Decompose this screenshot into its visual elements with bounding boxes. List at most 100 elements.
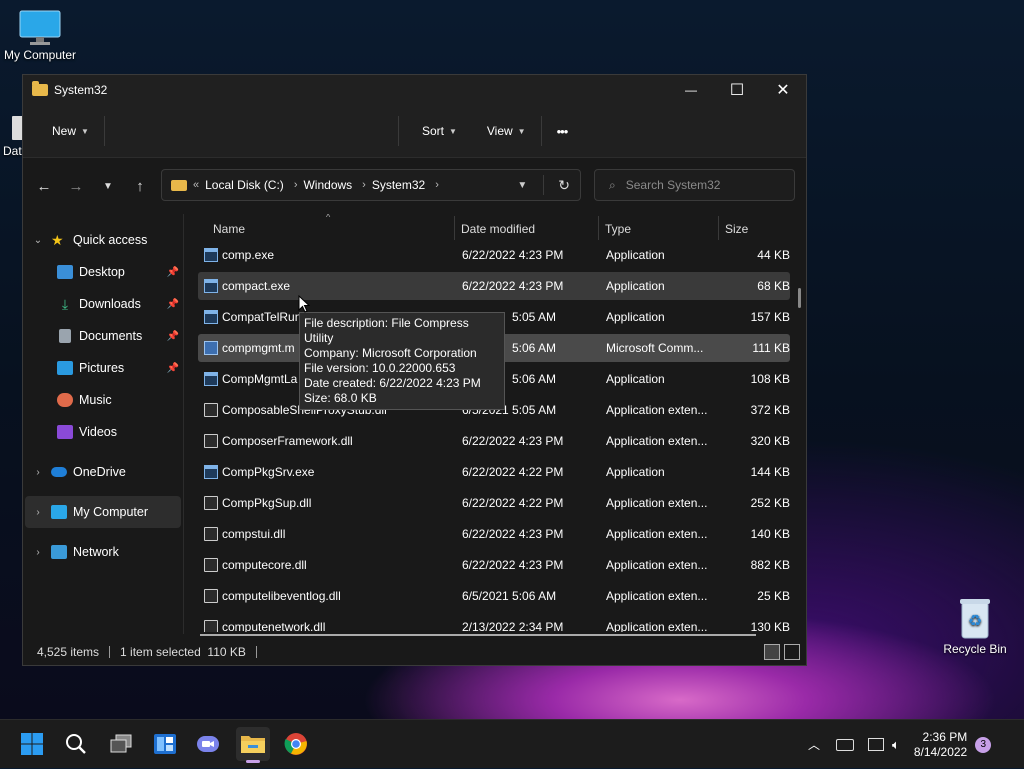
view-button[interactable]: View ▼ [476,115,537,147]
maximize-button[interactable]: ☐ [714,75,760,105]
refresh-button[interactable]: ↻ [558,177,570,194]
notification-badge[interactable]: 3 [975,736,992,753]
clock-time: 2:36 PM [922,729,968,744]
search-taskbar-button[interactable] [59,727,93,761]
document-icon [59,329,71,343]
file-row[interactable]: compact.exe 6/22/2022 4:23 PM Applicatio… [198,272,790,300]
file-row[interactable]: computenetwork.dll 2/13/2022 2:34 PM App… [198,613,790,632]
file-type: Application [606,372,665,386]
file-type: Application exten... [606,620,708,632]
column-header-name[interactable]: Name [213,222,245,236]
title-bar[interactable]: System32 — ☐ ✕ [23,75,806,105]
desktop-icon-data[interactable]: Data [0,116,22,158]
file-type: Application exten... [606,496,708,510]
desktop-icon-my-computer[interactable]: My Computer [0,10,80,62]
chat-button[interactable] [191,727,225,761]
sidebar-item-label: Pictures [79,361,125,375]
search-box[interactable]: ⌕ Search System32 [594,169,795,201]
show-hidden-icons-button[interactable]: ︿ [808,736,820,753]
column-divider[interactable] [454,216,455,240]
column-header-row: ^ Name Date modified Type Size [190,214,800,244]
breadcrumb-system32[interactable]: System32 [372,178,425,192]
sidebar-item-videos[interactable]: Videos [23,416,183,448]
file-row[interactable]: computecore.dll 6/22/2022 4:23 PM Applic… [198,551,790,579]
file-row[interactable]: CompPkgSrv.exe 6/22/2022 4:22 PM Applica… [198,458,790,486]
chevron-right-icon[interactable]: › [31,507,45,518]
chrome-button[interactable] [279,727,313,761]
active-indicator [246,760,260,763]
tooltip-line: Date created: 6/22/2022 4:23 PM [304,376,481,390]
sidebar-item-documents[interactable]: Documents 📌 [23,320,183,352]
vertical-scrollbar-thumb[interactable] [798,288,801,308]
file-date: 6/22/2022 4:23 PM [462,434,564,448]
file-row[interactable]: CompPkgSup.dll 6/22/2022 4:22 PM Applica… [198,489,790,517]
chevron-right-icon[interactable]: › [31,547,45,558]
sidebar-item-desktop[interactable]: Desktop 📌 [23,256,183,288]
column-divider[interactable] [598,216,599,240]
minimize-button[interactable]: — [668,75,714,105]
details-view-button[interactable] [764,644,780,660]
up-button[interactable]: ↑ [124,170,156,202]
item-count: 4,525 items [37,645,100,659]
divider [540,116,542,146]
back-button[interactable]: ← [28,170,60,202]
sidebar-item-network[interactable]: › Network [23,536,183,568]
volume-icon[interactable]: 🔈︎ [892,737,900,753]
file-row[interactable]: comp.exe 6/22/2022 4:23 PM Application 4… [198,241,790,269]
sidebar-item-label: Downloads [79,297,141,311]
dll-file-icon [204,403,218,417]
breadcrumb-windows[interactable]: Windows [303,178,352,192]
file-date: 6/22/2022 4:22 PM [462,496,564,510]
keyboard-icon[interactable] [836,738,855,751]
address-history-button[interactable]: ▼ [517,180,527,191]
tiles-view-button[interactable] [784,644,800,660]
horizontal-scrollbar[interactable] [200,634,756,636]
sidebar-item-pictures[interactable]: Pictures 📌 [23,352,183,384]
clock[interactable]: 2:36 PM 8/14/2022 [914,730,967,760]
chevron-right-icon: › [362,179,366,191]
task-view-button[interactable] [104,727,138,761]
new-button[interactable]: New ▼ [41,115,100,147]
file-row[interactable]: compstui.dll 6/22/2022 4:23 PM Applicati… [198,520,790,548]
address-bar[interactable]: « Local Disk (C:) › Windows › System32 ›… [161,169,581,201]
close-button[interactable]: ✕ [760,75,806,105]
column-header-size[interactable]: Size [725,222,748,236]
divider [109,646,111,658]
sidebar-item-music[interactable]: Music [23,384,183,416]
file-name: compact.exe [222,279,291,293]
tooltip-line: Company: Microsoft Corporation [304,346,477,360]
file-type: Application exten... [606,527,708,541]
sidebar-item-quick-access[interactable]: ⌄ ★ Quick access [23,224,183,256]
network-icon[interactable] [868,738,885,751]
file-row[interactable]: ComposerFramework.dll 6/22/2022 4:23 PM … [198,427,790,455]
forward-button[interactable]: → [60,170,92,202]
desktop-icon-recycle-bin[interactable]: ♻ Recycle Bin [935,596,1015,656]
chevron-down-icon[interactable]: ⌄ [31,235,45,246]
more-options-button[interactable]: ••• [546,115,579,147]
widgets-button[interactable] [148,727,182,761]
sort-button[interactable]: Sort ▼ [411,115,468,147]
file-date: 2/13/2022 2:34 PM [462,620,564,632]
chevron-right-icon[interactable]: › [31,467,45,478]
sidebar-item-downloads[interactable]: ⤓ Downloads 📌 [23,288,183,320]
file-type: Microsoft Comm... [606,341,704,355]
file-date: 6/22/2022 4:23 PM [462,527,564,541]
file-explorer-taskbar-button[interactable] [236,727,270,763]
folder-icon [171,179,187,191]
window-title: System32 [54,83,108,97]
video-icon [57,425,73,439]
folder-icon [241,736,265,753]
file-size: 372 KB [750,403,790,417]
column-header-type[interactable]: Type [605,222,631,236]
column-divider[interactable] [718,216,719,240]
sidebar-item-onedrive[interactable]: › OneDrive [23,456,183,488]
breadcrumb-local-disk[interactable]: Local Disk (C:) [205,178,284,192]
recent-locations-button[interactable]: ▼ [92,170,124,202]
column-header-date[interactable]: Date modified [461,222,535,236]
file-type: Application [606,310,665,324]
new-label: New [52,124,77,138]
start-button[interactable] [15,727,49,761]
sidebar-item-my-computer[interactable]: › My Computer [25,496,181,528]
file-row[interactable]: computelibeventlog.dll 6/5/2021 5:06 AM … [198,582,790,610]
tooltip-line: File version: 10.0.22000.653 [304,361,456,375]
